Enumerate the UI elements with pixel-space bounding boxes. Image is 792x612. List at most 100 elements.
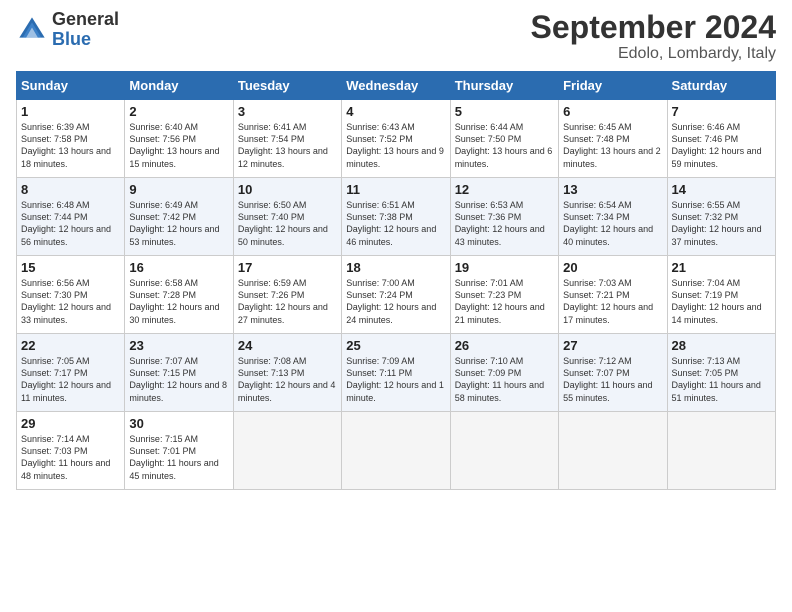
day-number: 2 xyxy=(129,104,228,119)
day-cell: 16 Sunrise: 6:58 AM Sunset: 7:28 PM Dayl… xyxy=(125,256,233,334)
day-number: 5 xyxy=(455,104,554,119)
col-monday: Monday xyxy=(125,72,233,100)
day-number: 12 xyxy=(455,182,554,197)
day-number: 18 xyxy=(346,260,445,275)
day-info: Sunrise: 7:14 AM Sunset: 7:03 PM Dayligh… xyxy=(21,433,120,482)
day-number: 21 xyxy=(672,260,771,275)
logo-blue-text: Blue xyxy=(52,30,119,50)
day-number: 28 xyxy=(672,338,771,353)
day-number: 9 xyxy=(129,182,228,197)
day-cell xyxy=(667,412,775,490)
day-number: 14 xyxy=(672,182,771,197)
day-number: 3 xyxy=(238,104,337,119)
day-cell: 15 Sunrise: 6:56 AM Sunset: 7:30 PM Dayl… xyxy=(17,256,125,334)
col-thursday: Thursday xyxy=(450,72,558,100)
day-cell: 9 Sunrise: 6:49 AM Sunset: 7:42 PM Dayli… xyxy=(125,178,233,256)
day-cell: 18 Sunrise: 7:00 AM Sunset: 7:24 PM Dayl… xyxy=(342,256,450,334)
logo: General Blue xyxy=(16,10,119,50)
day-cell: 22 Sunrise: 7:05 AM Sunset: 7:17 PM Dayl… xyxy=(17,334,125,412)
day-info: Sunrise: 6:45 AM Sunset: 7:48 PM Dayligh… xyxy=(563,121,662,170)
day-info: Sunrise: 6:44 AM Sunset: 7:50 PM Dayligh… xyxy=(455,121,554,170)
day-info: Sunrise: 7:01 AM Sunset: 7:23 PM Dayligh… xyxy=(455,277,554,326)
day-info: Sunrise: 7:09 AM Sunset: 7:11 PM Dayligh… xyxy=(346,355,445,404)
day-cell: 25 Sunrise: 7:09 AM Sunset: 7:11 PM Dayl… xyxy=(342,334,450,412)
header-row: Sunday Monday Tuesday Wednesday Thursday… xyxy=(17,72,776,100)
day-cell: 3 Sunrise: 6:41 AM Sunset: 7:54 PM Dayli… xyxy=(233,100,341,178)
week-row-1: 1 Sunrise: 6:39 AM Sunset: 7:58 PM Dayli… xyxy=(17,100,776,178)
day-info: Sunrise: 6:48 AM Sunset: 7:44 PM Dayligh… xyxy=(21,199,120,248)
day-info: Sunrise: 7:00 AM Sunset: 7:24 PM Dayligh… xyxy=(346,277,445,326)
day-info: Sunrise: 6:51 AM Sunset: 7:38 PM Dayligh… xyxy=(346,199,445,248)
day-info: Sunrise: 6:56 AM Sunset: 7:30 PM Dayligh… xyxy=(21,277,120,326)
day-info: Sunrise: 6:40 AM Sunset: 7:56 PM Dayligh… xyxy=(129,121,228,170)
day-info: Sunrise: 7:08 AM Sunset: 7:13 PM Dayligh… xyxy=(238,355,337,404)
day-number: 25 xyxy=(346,338,445,353)
day-info: Sunrise: 7:07 AM Sunset: 7:15 PM Dayligh… xyxy=(129,355,228,404)
day-cell: 14 Sunrise: 6:55 AM Sunset: 7:32 PM Dayl… xyxy=(667,178,775,256)
day-info: Sunrise: 6:43 AM Sunset: 7:52 PM Dayligh… xyxy=(346,121,445,170)
page: General Blue September 2024 Edolo, Lomba… xyxy=(0,0,792,612)
day-info: Sunrise: 7:05 AM Sunset: 7:17 PM Dayligh… xyxy=(21,355,120,404)
location: Edolo, Lombardy, Italy xyxy=(531,45,776,63)
day-number: 26 xyxy=(455,338,554,353)
day-info: Sunrise: 7:03 AM Sunset: 7:21 PM Dayligh… xyxy=(563,277,662,326)
day-info: Sunrise: 6:59 AM Sunset: 7:26 PM Dayligh… xyxy=(238,277,337,326)
day-info: Sunrise: 7:13 AM Sunset: 7:05 PM Dayligh… xyxy=(672,355,771,404)
day-info: Sunrise: 7:10 AM Sunset: 7:09 PM Dayligh… xyxy=(455,355,554,404)
day-number: 22 xyxy=(21,338,120,353)
day-cell: 17 Sunrise: 6:59 AM Sunset: 7:26 PM Dayl… xyxy=(233,256,341,334)
day-cell xyxy=(450,412,558,490)
day-number: 30 xyxy=(129,416,228,431)
day-number: 11 xyxy=(346,182,445,197)
day-cell: 30 Sunrise: 7:15 AM Sunset: 7:01 PM Dayl… xyxy=(125,412,233,490)
col-friday: Friday xyxy=(559,72,667,100)
day-cell: 19 Sunrise: 7:01 AM Sunset: 7:23 PM Dayl… xyxy=(450,256,558,334)
col-wednesday: Wednesday xyxy=(342,72,450,100)
day-cell: 6 Sunrise: 6:45 AM Sunset: 7:48 PM Dayli… xyxy=(559,100,667,178)
day-cell: 12 Sunrise: 6:53 AM Sunset: 7:36 PM Dayl… xyxy=(450,178,558,256)
day-cell: 5 Sunrise: 6:44 AM Sunset: 7:50 PM Dayli… xyxy=(450,100,558,178)
day-number: 20 xyxy=(563,260,662,275)
day-cell: 10 Sunrise: 6:50 AM Sunset: 7:40 PM Dayl… xyxy=(233,178,341,256)
day-info: Sunrise: 6:41 AM Sunset: 7:54 PM Dayligh… xyxy=(238,121,337,170)
logo-text: General Blue xyxy=(52,10,119,50)
day-info: Sunrise: 6:54 AM Sunset: 7:34 PM Dayligh… xyxy=(563,199,662,248)
day-info: Sunrise: 6:46 AM Sunset: 7:46 PM Dayligh… xyxy=(672,121,771,170)
day-number: 29 xyxy=(21,416,120,431)
day-cell: 29 Sunrise: 7:14 AM Sunset: 7:03 PM Dayl… xyxy=(17,412,125,490)
day-info: Sunrise: 6:50 AM Sunset: 7:40 PM Dayligh… xyxy=(238,199,337,248)
day-info: Sunrise: 6:53 AM Sunset: 7:36 PM Dayligh… xyxy=(455,199,554,248)
day-cell: 24 Sunrise: 7:08 AM Sunset: 7:13 PM Dayl… xyxy=(233,334,341,412)
day-cell: 13 Sunrise: 6:54 AM Sunset: 7:34 PM Dayl… xyxy=(559,178,667,256)
day-number: 13 xyxy=(563,182,662,197)
col-saturday: Saturday xyxy=(667,72,775,100)
day-cell: 27 Sunrise: 7:12 AM Sunset: 7:07 PM Dayl… xyxy=(559,334,667,412)
day-info: Sunrise: 7:04 AM Sunset: 7:19 PM Dayligh… xyxy=(672,277,771,326)
day-number: 1 xyxy=(21,104,120,119)
day-cell: 2 Sunrise: 6:40 AM Sunset: 7:56 PM Dayli… xyxy=(125,100,233,178)
day-cell: 20 Sunrise: 7:03 AM Sunset: 7:21 PM Dayl… xyxy=(559,256,667,334)
day-info: Sunrise: 6:49 AM Sunset: 7:42 PM Dayligh… xyxy=(129,199,228,248)
day-cell xyxy=(559,412,667,490)
month-title: September 2024 xyxy=(531,10,776,45)
logo-icon xyxy=(16,14,48,46)
day-number: 6 xyxy=(563,104,662,119)
header: General Blue September 2024 Edolo, Lomba… xyxy=(16,10,776,63)
col-sunday: Sunday xyxy=(17,72,125,100)
col-tuesday: Tuesday xyxy=(233,72,341,100)
day-cell: 8 Sunrise: 6:48 AM Sunset: 7:44 PM Dayli… xyxy=(17,178,125,256)
day-number: 7 xyxy=(672,104,771,119)
day-cell: 21 Sunrise: 7:04 AM Sunset: 7:19 PM Dayl… xyxy=(667,256,775,334)
day-cell: 4 Sunrise: 6:43 AM Sunset: 7:52 PM Dayli… xyxy=(342,100,450,178)
day-number: 15 xyxy=(21,260,120,275)
day-info: Sunrise: 6:39 AM Sunset: 7:58 PM Dayligh… xyxy=(21,121,120,170)
day-number: 4 xyxy=(346,104,445,119)
day-number: 16 xyxy=(129,260,228,275)
week-row-3: 15 Sunrise: 6:56 AM Sunset: 7:30 PM Dayl… xyxy=(17,256,776,334)
day-number: 10 xyxy=(238,182,337,197)
day-number: 17 xyxy=(238,260,337,275)
day-number: 24 xyxy=(238,338,337,353)
day-number: 23 xyxy=(129,338,228,353)
day-cell xyxy=(342,412,450,490)
day-info: Sunrise: 7:15 AM Sunset: 7:01 PM Dayligh… xyxy=(129,433,228,482)
